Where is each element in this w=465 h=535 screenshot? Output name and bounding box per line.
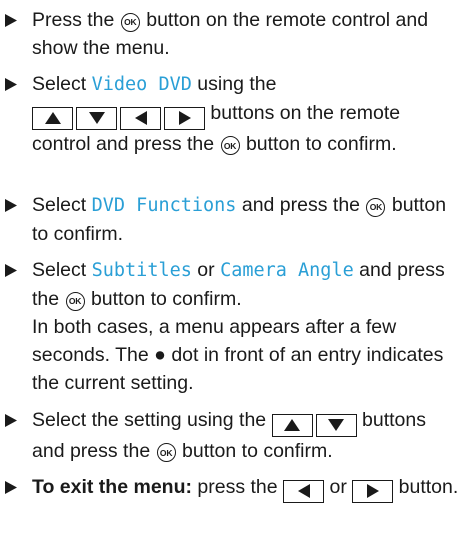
menu-item-dvd-functions: DVD Functions bbox=[91, 195, 237, 216]
instruction-step: Select Subtitles or Camera Angle and pre… bbox=[4, 256, 462, 397]
instruction-step: Select DVD Functions and press the OK bu… bbox=[4, 191, 462, 248]
ok-button-icon: OK bbox=[156, 443, 176, 463]
instruction-page: Press the OK button on the remote contro… bbox=[0, 0, 465, 535]
navigation-keys bbox=[352, 479, 394, 503]
instruction-step: Select Video DVD using the buttons on th… bbox=[4, 70, 462, 158]
step-note: In both cases, a menu appears after a fe… bbox=[32, 316, 444, 394]
navigation-keys bbox=[283, 479, 325, 503]
navigation-keys bbox=[271, 413, 357, 437]
triangle-bullet-icon bbox=[4, 473, 24, 501]
down-arrow-key-icon bbox=[76, 106, 117, 130]
instruction-step: Press the OK button on the remote contro… bbox=[4, 6, 462, 62]
triangle-bullet-icon bbox=[4, 191, 24, 219]
instruction-step: To exit the menu: press the or button. bbox=[4, 473, 462, 503]
right-arrow-key-icon bbox=[352, 479, 394, 503]
up-arrow-key-icon bbox=[32, 106, 73, 130]
up-arrow-key-icon bbox=[271, 413, 313, 437]
ok-button-icon: OK bbox=[65, 291, 85, 311]
triangle-bullet-icon bbox=[4, 6, 24, 34]
menu-item-subtitles: Subtitles bbox=[91, 260, 192, 281]
ok-button-icon: OK bbox=[120, 12, 140, 32]
down-arrow-key-icon bbox=[315, 413, 357, 437]
exit-menu-heading: To exit the menu: bbox=[32, 476, 192, 498]
instruction-step: Select the setting using the buttons and… bbox=[4, 406, 462, 465]
navigation-keys bbox=[32, 106, 205, 130]
triangle-bullet-icon bbox=[4, 406, 24, 434]
triangle-bullet-icon bbox=[4, 70, 24, 98]
ok-button-icon: OK bbox=[366, 197, 386, 217]
right-arrow-key-icon bbox=[164, 106, 205, 130]
ok-button-icon: OK bbox=[220, 136, 240, 156]
menu-item-video-dvd: Video DVD bbox=[91, 74, 192, 95]
menu-item-camera-angle: Camera Angle bbox=[220, 260, 354, 281]
left-arrow-key-icon bbox=[283, 479, 325, 503]
triangle-bullet-icon bbox=[4, 256, 24, 284]
left-arrow-key-icon bbox=[120, 106, 161, 130]
